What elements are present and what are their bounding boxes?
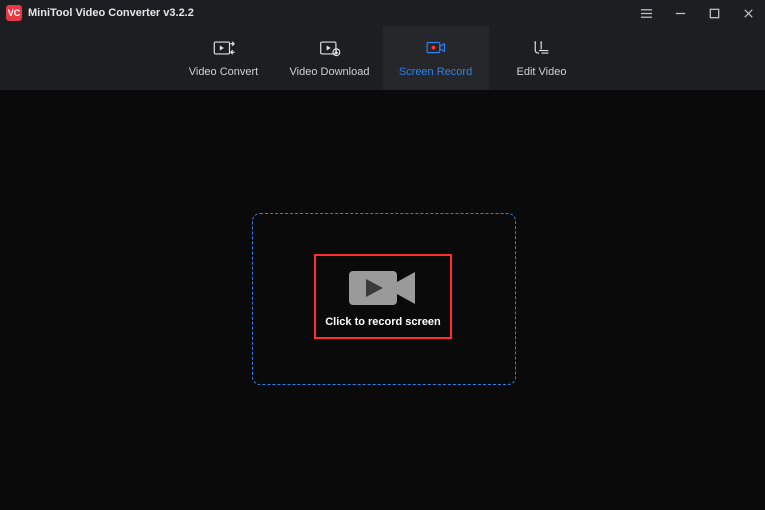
- menu-button[interactable]: [629, 0, 663, 26]
- window-controls: [629, 0, 765, 26]
- tab-edit-video[interactable]: Edit Video: [489, 26, 595, 90]
- close-icon: [742, 7, 755, 20]
- maximize-icon: [708, 7, 721, 20]
- edit-icon: [531, 38, 553, 58]
- record-screen-button[interactable]: Click to record screen: [314, 254, 452, 339]
- tab-video-convert[interactable]: Video Convert: [171, 26, 277, 90]
- download-icon: [319, 38, 341, 58]
- titlebar: VC MiniTool Video Converter v3.2.2: [0, 0, 765, 26]
- close-button[interactable]: [731, 0, 765, 26]
- maximize-button[interactable]: [697, 0, 731, 26]
- minimize-button[interactable]: [663, 0, 697, 26]
- record-button-label: Click to record screen: [325, 316, 441, 328]
- tabbar: Video Convert Video Download Screen Reco…: [0, 26, 765, 90]
- app-logo: VC: [6, 5, 22, 21]
- content-area: Click to record screen: [0, 90, 765, 510]
- minimize-icon: [674, 7, 687, 20]
- tab-label: Video Convert: [189, 66, 259, 78]
- app-title: MiniTool Video Converter v3.2.2: [28, 7, 194, 19]
- record-icon: [425, 38, 447, 58]
- titlebar-left: VC MiniTool Video Converter v3.2.2: [6, 5, 194, 21]
- app-logo-text: VC: [8, 8, 21, 18]
- menu-icon: [640, 7, 653, 20]
- tab-label: Edit Video: [517, 66, 567, 78]
- tab-screen-record[interactable]: Screen Record: [383, 26, 489, 90]
- tab-label: Screen Record: [399, 66, 472, 78]
- tab-label: Video Download: [290, 66, 370, 78]
- tab-video-download[interactable]: Video Download: [277, 26, 383, 90]
- camera-play-icon: [349, 268, 417, 308]
- convert-icon: [213, 38, 235, 58]
